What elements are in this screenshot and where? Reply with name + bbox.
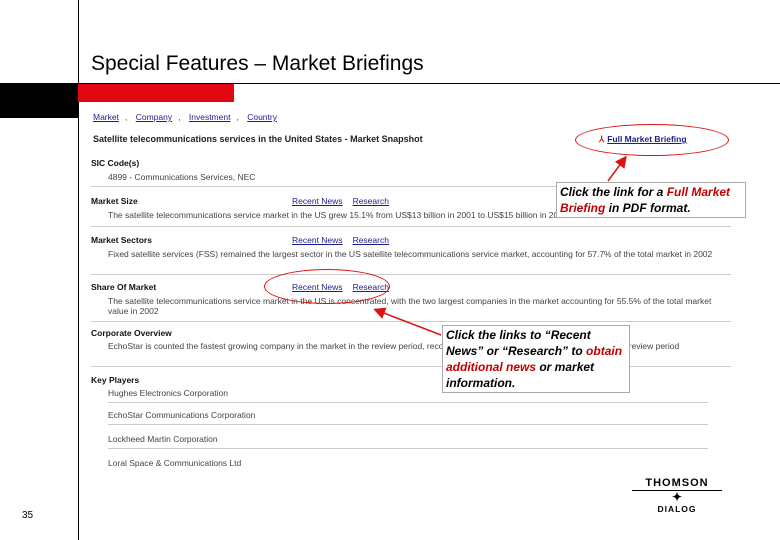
news-callout-arrow (373, 307, 442, 336)
callout-arrows (373, 155, 627, 336)
star-icon: ✦ (632, 490, 722, 503)
thomson-dialog-logo: THOMSON ✦ DIALOG (628, 477, 726, 514)
pdf-callout-arrow (607, 155, 627, 182)
logo-word-thomson: THOMSON (645, 477, 709, 489)
logo-word-dialog: DIALOG (657, 504, 697, 514)
